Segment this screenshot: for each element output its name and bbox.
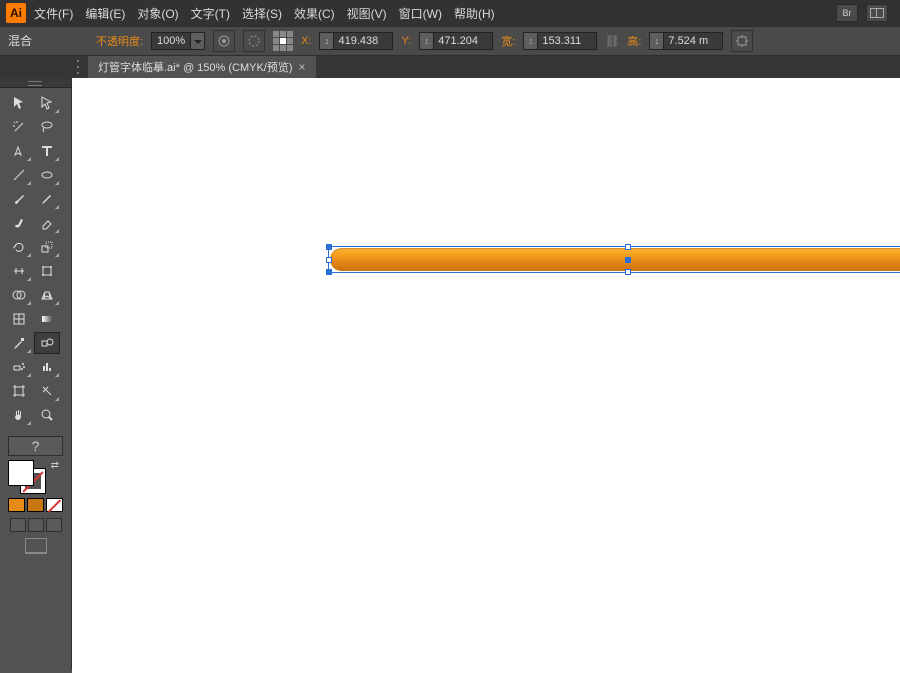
eyedropper-tool[interactable]: [6, 332, 32, 354]
x-label: X:: [301, 35, 311, 47]
selection-bbox: [328, 246, 900, 273]
blend-tool[interactable]: [34, 332, 60, 354]
shape-builder-tool[interactable]: [6, 284, 32, 306]
lasso-tool[interactable]: [34, 116, 60, 138]
menu-select[interactable]: 选择(S): [238, 3, 286, 24]
link-wh-icon[interactable]: ⛓: [605, 32, 619, 50]
opacity-dropdown[interactable]: [191, 32, 205, 50]
document-tab[interactable]: 灯管字体临摹.ai* @ 150% (CMYK/预览) ×: [88, 56, 316, 78]
recolor-icon[interactable]: [243, 30, 265, 52]
h-input[interactable]: [663, 32, 723, 50]
document-tab-label: 灯管字体临摹.ai* @ 150% (CMYK/预览): [98, 59, 293, 75]
draw-mode-inside[interactable]: [46, 518, 62, 532]
menu-type[interactable]: 文字(T): [187, 3, 234, 24]
draw-mode-behind[interactable]: [28, 518, 44, 532]
direct-selection-tool[interactable]: [34, 92, 60, 114]
menu-edit[interactable]: 编辑(E): [81, 3, 129, 24]
y-stepper-icon[interactable]: ↕: [419, 32, 433, 50]
y-input[interactable]: [433, 32, 493, 50]
type-tool[interactable]: [34, 140, 60, 162]
perspective-grid-tool[interactable]: [34, 284, 60, 306]
color-mode-gradient[interactable]: [27, 498, 44, 512]
h-stepper-icon[interactable]: ↕: [649, 32, 663, 50]
w-label: 宽:: [501, 33, 515, 49]
tool-mode-label: 混合: [8, 32, 32, 49]
fill-swatch[interactable]: [8, 460, 34, 486]
color-mode-none[interactable]: [46, 498, 63, 512]
tool-help-button[interactable]: ?: [8, 436, 63, 456]
menu-file[interactable]: 文件(F): [30, 3, 77, 24]
gradient-tool[interactable]: [34, 308, 60, 330]
slice-tool[interactable]: [34, 380, 60, 402]
style-target-icon[interactable]: [213, 30, 235, 52]
scale-tool[interactable]: [34, 236, 60, 258]
reference-point-selector[interactable]: [273, 31, 293, 51]
app-logo: Ai: [6, 3, 26, 23]
opacity-label: 不透明度:: [96, 33, 143, 49]
line-tool[interactable]: [6, 164, 32, 186]
document-tabstrip: 灯管字体临摹.ai* @ 150% (CMYK/预览) ×: [0, 56, 900, 78]
tool-panel: ? ⇄: [0, 78, 72, 669]
h-label: 高:: [627, 33, 641, 49]
swap-fill-stroke-icon[interactable]: ⇄: [51, 460, 59, 471]
mesh-tool[interactable]: [6, 308, 32, 330]
artboard-tool[interactable]: [6, 380, 32, 402]
column-graph-tool[interactable]: [34, 356, 60, 378]
canvas[interactable]: [72, 78, 900, 669]
options-bar: 不透明度: X: ↕ Y: ↕ 宽: ↕ ⛓ 高: ↕: [0, 26, 900, 56]
hand-tool[interactable]: [6, 404, 32, 426]
opacity-input[interactable]: [151, 32, 191, 50]
tab-grip-icon[interactable]: [72, 58, 84, 76]
ellipse-tool[interactable]: [34, 164, 60, 186]
menu-effect[interactable]: 效果(C): [290, 3, 339, 24]
magic-wand-tool[interactable]: [6, 116, 32, 138]
artboard: [72, 78, 900, 673]
paintbrush-tool[interactable]: [6, 188, 32, 210]
tool-panel-grip[interactable]: [0, 78, 71, 88]
w-input[interactable]: [537, 32, 597, 50]
transform-icon[interactable]: [731, 30, 753, 52]
x-input[interactable]: [333, 32, 393, 50]
symbol-sprayer-tool[interactable]: [6, 356, 32, 378]
menubar: Ai 文件(F) 编辑(E) 对象(O) 文字(T) 选择(S) 效果(C) 视…: [0, 0, 900, 26]
menu-object[interactable]: 对象(O): [133, 3, 182, 24]
width-tool[interactable]: [6, 260, 32, 282]
pencil-tool[interactable]: [34, 188, 60, 210]
selection-tool[interactable]: [6, 92, 32, 114]
y-label: Y:: [401, 35, 411, 47]
free-transform-tool[interactable]: [34, 260, 60, 282]
color-mode-color[interactable]: [8, 498, 25, 512]
fill-stroke-control[interactable]: ⇄: [8, 460, 63, 494]
menu-help[interactable]: 帮助(H): [450, 3, 499, 24]
blob-brush-tool[interactable]: [6, 212, 32, 234]
document-tab-close[interactable]: ×: [299, 60, 306, 74]
workspace-layout-button[interactable]: [866, 4, 888, 22]
menu-window[interactable]: 窗口(W): [395, 3, 446, 24]
x-stepper-icon[interactable]: ↕: [319, 32, 333, 50]
bridge-button[interactable]: Br: [836, 4, 858, 22]
draw-mode-normal[interactable]: [10, 518, 26, 532]
screen-mode-button[interactable]: [25, 538, 47, 554]
zoom-tool[interactable]: [34, 404, 60, 426]
pen-tool[interactable]: [6, 140, 32, 162]
eraser-tool[interactable]: [34, 212, 60, 234]
w-stepper-icon[interactable]: ↕: [523, 32, 537, 50]
rotate-tool[interactable]: [6, 236, 32, 258]
menu-view[interactable]: 视图(V): [343, 3, 391, 24]
